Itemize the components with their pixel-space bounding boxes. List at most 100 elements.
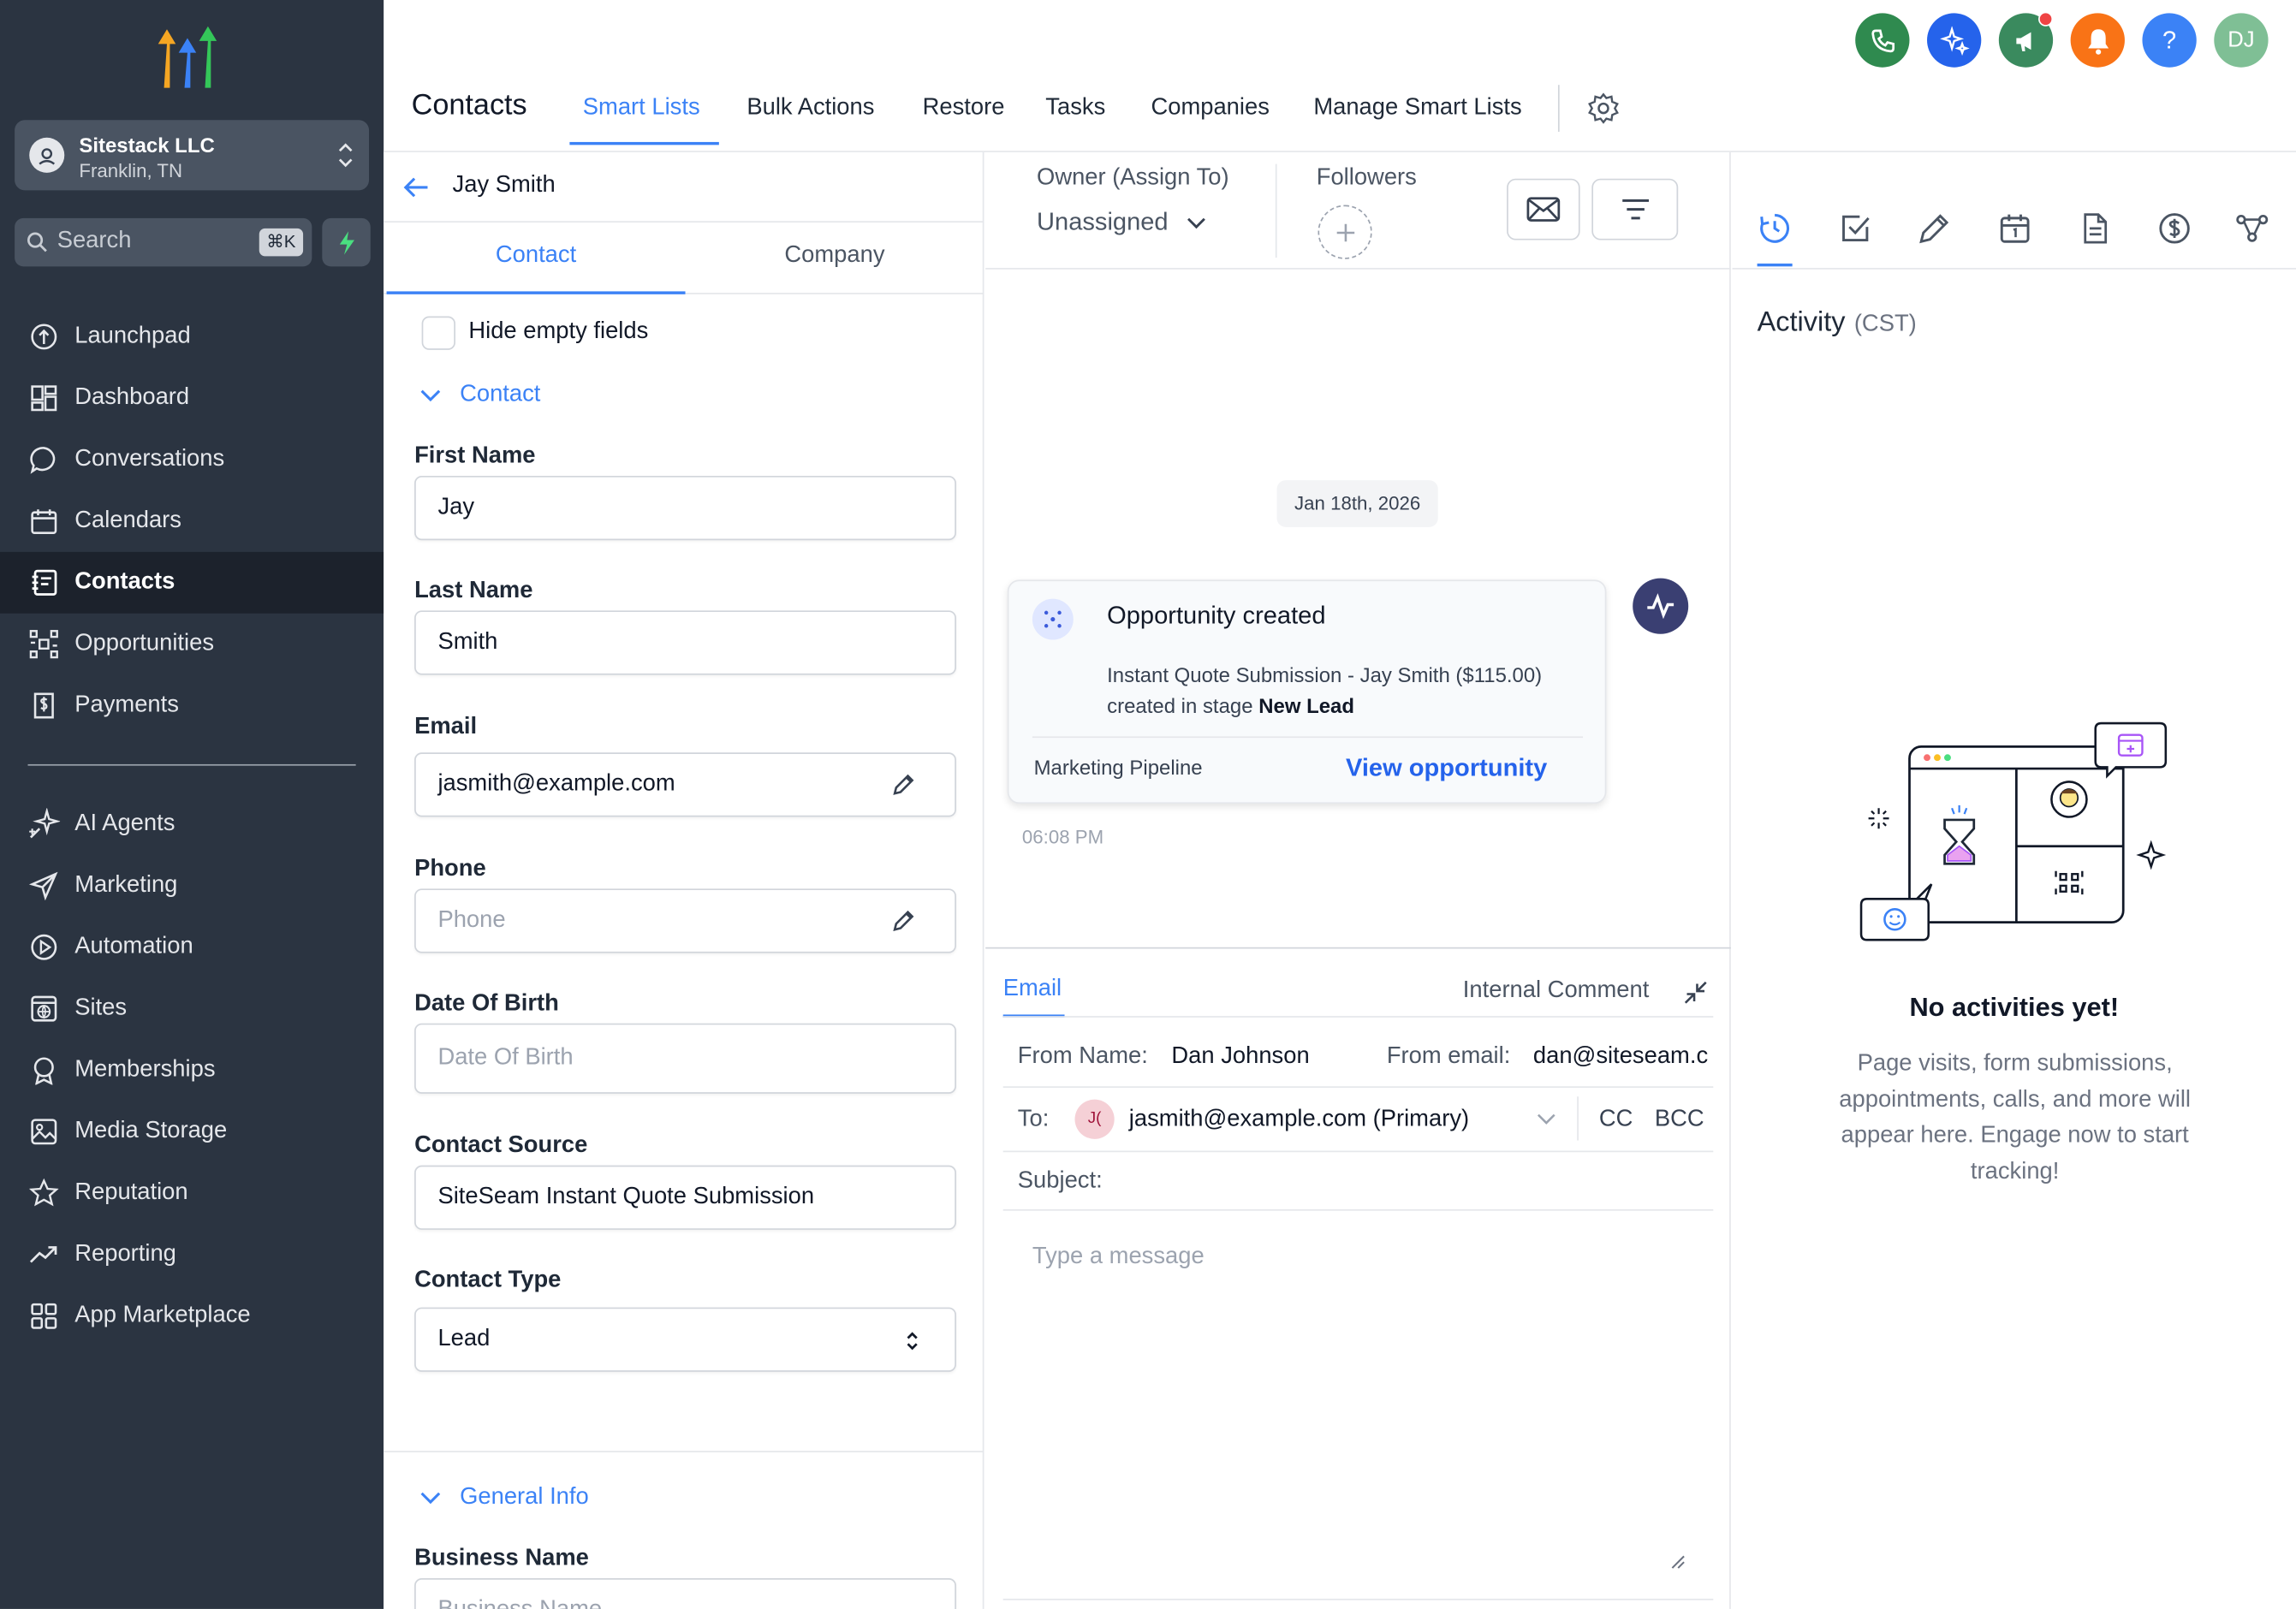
first-name-label: First Name	[414, 443, 536, 469]
dob-label: Date Of Birth	[414, 991, 559, 1017]
sidebar-item-contacts[interactable]: Contacts	[0, 551, 384, 614]
tab-smart-lists[interactable]: Smart Lists	[583, 95, 700, 122]
contact-details-panel: Jay Smith Contact Company Hide empty fie…	[384, 151, 984, 1609]
view-opportunity-link[interactable]: View opportunity	[1346, 754, 1547, 783]
business-name-field[interactable]: Business Name	[414, 1578, 956, 1609]
send-icon	[27, 870, 60, 902]
sidebar-item-conversations[interactable]: Conversations	[0, 429, 384, 490]
sidebar-item-label: App Marketplace	[74, 1303, 251, 1328]
search-input[interactable]: Search ⌘K	[15, 217, 312, 267]
help-button[interactable]: ?	[2142, 13, 2197, 68]
first-name-value: Jay	[437, 495, 475, 520]
sidebar-item-label: Reputation	[74, 1179, 188, 1205]
user-avatar[interactable]: DJ	[2214, 13, 2269, 68]
chevron-down-icon	[420, 389, 441, 402]
sidebar-item-opportunities[interactable]: Opportunities	[0, 614, 384, 675]
tab-companies[interactable]: Companies	[1151, 95, 1269, 122]
composer-border	[985, 947, 1731, 949]
filter-button[interactable]	[1591, 178, 1679, 240]
dob-field[interactable]: Date Of Birth	[414, 1023, 956, 1094]
message-input[interactable]: Type a message	[1032, 1244, 1205, 1271]
sidebar-item-ai-agents[interactable]: AI Agents	[0, 793, 384, 855]
plus-icon	[1335, 223, 1354, 241]
tab-restore[interactable]: Restore	[923, 95, 1005, 122]
tab-tasks[interactable]: Tasks	[1045, 95, 1105, 122]
sidebar-item-app-marketplace[interactable]: App Marketplace	[0, 1285, 384, 1347]
sidebar-item-memberships[interactable]: Memberships	[0, 1040, 384, 1101]
sidebar-item-reporting[interactable]: Reporting	[0, 1224, 384, 1285]
composer-row-border	[1002, 1208, 1714, 1211]
sidebar-item-media-storage[interactable]: Media Storage	[0, 1101, 384, 1162]
contact-type-select[interactable]: Lead	[414, 1307, 956, 1372]
activity-pulse-button[interactable]	[1633, 578, 1689, 634]
sidebar-item-label: Launchpad	[74, 324, 191, 349]
sidebar-item-sites[interactable]: Sites	[0, 978, 384, 1040]
add-follower-button[interactable]	[1318, 205, 1372, 259]
from-email-label: From email:	[1386, 1043, 1511, 1069]
first-name-field[interactable]: Jay	[414, 475, 956, 541]
account-switcher[interactable]: Sitestack LLC Franklin, TN	[15, 120, 370, 191]
quick-action-button[interactable]	[322, 217, 371, 267]
pencil-icon[interactable]	[890, 908, 917, 935]
sidebar-item-label: Sites	[74, 995, 128, 1021]
cc-button[interactable]: CC	[1599, 1107, 1633, 1133]
ai-assistant-button[interactable]	[1927, 13, 1982, 68]
gear-icon[interactable]	[1587, 92, 1620, 125]
tab-company[interactable]: Company	[686, 243, 984, 270]
location-pin-icon	[29, 137, 65, 173]
email-field[interactable]: jasmith@example.com	[414, 752, 956, 817]
contact-source-field[interactable]: SiteSeam Instant Quote Submission	[414, 1165, 956, 1230]
contact-type-label: Contact Type	[414, 1268, 562, 1293]
contact-name: Jay Smith	[452, 172, 556, 198]
image-icon	[27, 1115, 60, 1148]
app-logo[interactable]	[152, 23, 229, 91]
subject-label: Subject:	[1017, 1168, 1103, 1194]
recipient-value[interactable]: jasmith@example.com (Primary)	[1129, 1107, 1469, 1133]
opportunity-card: Opportunity created Instant Quote Submis…	[1007, 579, 1607, 804]
hide-empty-checkbox[interactable]	[421, 316, 455, 350]
composer-tab-internal[interactable]: Internal Comment	[1463, 978, 1650, 1005]
megaphone-icon	[2015, 31, 2031, 51]
to-label: To:	[1017, 1107, 1050, 1132]
composer-tab-email[interactable]: Email	[1003, 977, 1062, 1003]
sidebar-item-reputation[interactable]: Reputation	[0, 1162, 384, 1224]
sidebar-item-label: Payments	[74, 692, 179, 718]
tab-contact[interactable]: Contact	[387, 243, 686, 270]
email-compose-button[interactable]	[1507, 178, 1580, 240]
section-general-toggle[interactable]: General Info	[419, 1485, 589, 1511]
phone-button[interactable]	[1855, 13, 1910, 68]
last-name-field[interactable]: Smith	[414, 610, 956, 675]
phone-field[interactable]: Phone	[414, 888, 956, 953]
clock-icon[interactable]	[1758, 211, 1793, 246]
globe-icon	[27, 993, 60, 1025]
chevron-down-icon[interactable]	[1536, 1113, 1556, 1125]
task-check-icon[interactable]	[1838, 211, 1873, 246]
calendar-icon[interactable]	[1997, 211, 2032, 246]
pipeline-name: Marketing Pipeline	[1033, 755, 1203, 780]
sidebar-item-dashboard[interactable]: Dashboard	[0, 367, 384, 429]
back-arrow-icon[interactable]	[402, 175, 431, 201]
collapse-icon[interactable]	[1682, 979, 1709, 1006]
sidebar-item-label: Calendars	[74, 508, 181, 533]
notifications-button[interactable]	[2070, 13, 2125, 68]
section-contact-toggle[interactable]: Contact	[419, 382, 540, 408]
sidebar-item-calendars[interactable]: Calendars	[0, 490, 384, 552]
workflow-icon[interactable]	[2234, 211, 2269, 246]
from-name-value[interactable]: Dan Johnson	[1171, 1044, 1309, 1071]
composer-tab-border	[1002, 1016, 1714, 1018]
sidebar-item-marketing[interactable]: Marketing	[0, 855, 384, 917]
document-icon[interactable]	[2078, 211, 2113, 246]
dollar-icon[interactable]	[2157, 211, 2192, 246]
sidebar-item-launchpad[interactable]: Launchpad	[0, 306, 384, 368]
pencil-icon[interactable]	[890, 771, 917, 798]
calendar-icon	[27, 505, 60, 537]
resize-handle-icon[interactable]	[1668, 1552, 1686, 1570]
pencil-icon[interactable]	[1917, 211, 1952, 246]
sidebar-item-payments[interactable]: Payments	[0, 675, 384, 737]
owner-dropdown[interactable]: Unassigned	[1037, 208, 1206, 237]
sidebar-item-automation[interactable]: Automation	[0, 917, 384, 978]
tab-manage-smart-lists[interactable]: Manage Smart Lists	[1313, 95, 1521, 122]
tab-bulk-actions[interactable]: Bulk Actions	[746, 95, 874, 122]
from-email-value[interactable]: dan@siteseam.c	[1533, 1044, 1715, 1071]
bcc-button[interactable]: BCC	[1655, 1107, 1704, 1133]
